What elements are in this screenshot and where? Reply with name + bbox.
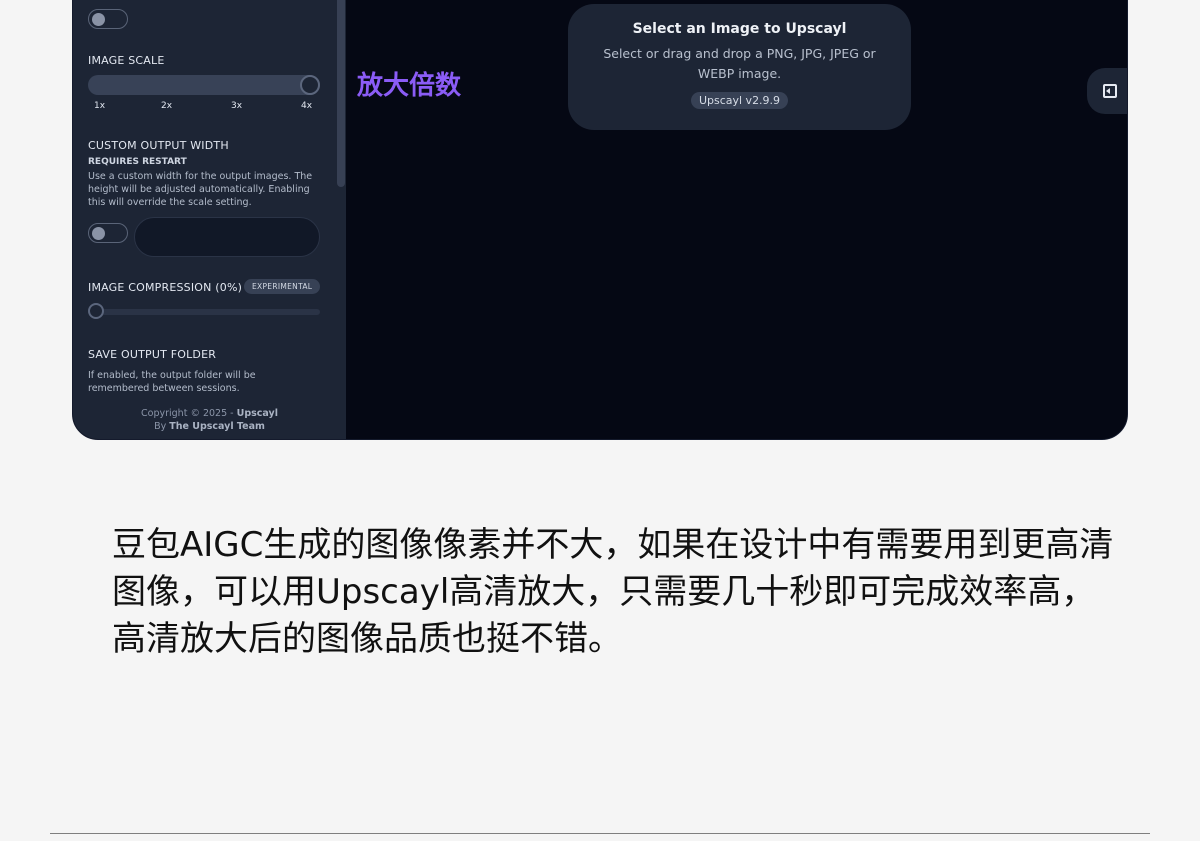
sidebar-collapse-icon [1103, 84, 1117, 98]
experimental-badge: EXPERIMENTAL [244, 279, 321, 294]
scale-tick-3x: 3x [231, 101, 243, 111]
custom-width-toggle[interactable] [88, 223, 128, 243]
copyright-text: Copyright © 2025 - [141, 408, 237, 419]
toggle-knob [92, 13, 105, 26]
image-compression-title: IMAGE COMPRESSION (0%) [88, 281, 243, 294]
image-drop-zone[interactable]: Select an Image to Upscayl Select or dra… [568, 4, 911, 130]
version-badge: Upscayl v2.9.9 [690, 92, 789, 109]
drop-zone-subtitle: Select or drag and drop a PNG, JPG, JPEG… [603, 46, 876, 81]
team-line: By The Upscayl Team [73, 420, 346, 433]
scale-tick-1x: 1x [94, 101, 106, 111]
by-text: By [154, 421, 170, 432]
copyright-line: Copyright © 2025 - Upscayl [73, 407, 346, 420]
custom-width-description: Use a custom width for the output images… [88, 171, 313, 208]
scrollbar-thumb[interactable] [337, 0, 345, 187]
custom-width-input[interactable] [134, 217, 320, 257]
team-name: The Upscayl Team [169, 421, 265, 432]
custom-width-title: CUSTOM OUTPUT WIDTH [88, 139, 229, 152]
scale-annotation: 放大倍数 [357, 71, 462, 101]
top-toggle[interactable] [88, 9, 128, 29]
scale-tick-4x: 4x [301, 101, 313, 111]
save-output-folder-title: SAVE OUTPUT FOLDER [88, 348, 217, 361]
toggle-sidebar-button[interactable] [1087, 68, 1127, 114]
divider [50, 833, 1150, 834]
drop-zone-title: Select an Image to Upscayl [632, 21, 847, 37]
image-scale-title: IMAGE SCALE [88, 54, 165, 67]
requires-restart-label: REQUIRES RESTART [88, 157, 187, 167]
upscayl-window: IMAGE SCALE 1x 2x 3x 4x CUSTOM OUTPUT WI… [72, 0, 1128, 440]
copyright-brand: Upscayl [236, 408, 278, 419]
save-output-folder-description: If enabled, the output folder will be re… [88, 370, 256, 394]
image-scale-slider[interactable] [88, 75, 320, 95]
image-compression-slider[interactable] [88, 309, 320, 315]
toggle-knob [92, 227, 105, 240]
sidebar-scrollbar[interactable] [336, 0, 346, 401]
settings-sidebar: IMAGE SCALE 1x 2x 3x 4x CUSTOM OUTPUT WI… [73, 0, 346, 439]
scale-tick-2x: 2x [161, 101, 173, 111]
image-compression-thumb[interactable] [88, 303, 104, 319]
article-paragraph: 豆包AIGC生成的图像像素并不大，如果在设计中有需要用到更高清图像，可以用Ups… [112, 525, 1114, 659]
image-scale-thumb[interactable] [300, 75, 320, 95]
